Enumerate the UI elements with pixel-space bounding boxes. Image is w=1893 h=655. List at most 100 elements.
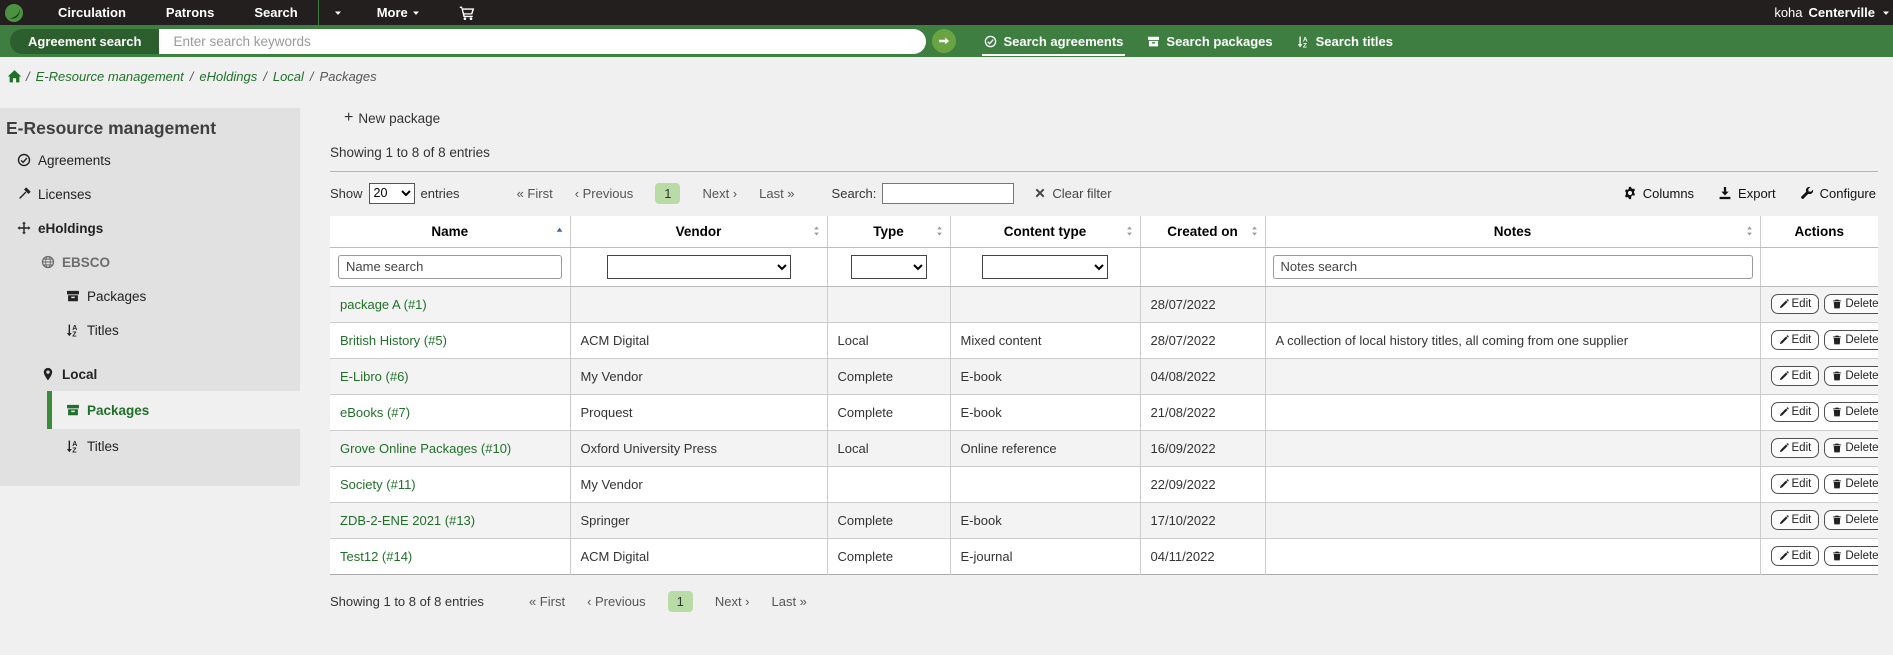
package-icon: [66, 403, 80, 417]
sidebar-item-ebsco-packages[interactable]: Packages: [0, 279, 300, 313]
pagination-next[interactable]: Next ›: [715, 594, 750, 609]
home-icon[interactable]: [7, 69, 22, 84]
koha-logo[interactable]: [4, 3, 24, 23]
edit-button[interactable]: Edit: [1771, 294, 1820, 314]
pencil-icon: [1779, 479, 1789, 489]
package-name-link[interactable]: Test12 (#14): [340, 549, 412, 564]
trash-icon: [1832, 407, 1842, 417]
columns-button[interactable]: Columns: [1623, 186, 1694, 201]
nav-cart[interactable]: [441, 0, 493, 25]
pagination-previous[interactable]: ‹ Previous: [587, 594, 646, 609]
export-button[interactable]: Export: [1718, 186, 1776, 201]
column-header-notes[interactable]: Notes: [1265, 216, 1760, 247]
table-row: eBooks (#7)ProquestCompleteE-book21/08/2…: [330, 394, 1878, 430]
link-search-titles[interactable]: AZ Search titles: [1285, 25, 1405, 57]
edit-button[interactable]: Edit: [1771, 510, 1820, 530]
link-search-agreements[interactable]: Search agreements: [972, 25, 1135, 57]
package-name-link[interactable]: British History (#5): [340, 333, 447, 348]
notes-cell: [1265, 394, 1760, 430]
package-name-link[interactable]: Grove Online Packages (#10): [340, 441, 511, 456]
edit-button[interactable]: Edit: [1771, 438, 1820, 458]
sidebar-item-local-packages[interactable]: Packages: [47, 391, 300, 429]
arrow-right-icon: [938, 35, 950, 47]
nav-search-dropdown[interactable]: [319, 0, 357, 25]
table-row: Grove Online Packages (#10)Oxford Univer…: [330, 430, 1878, 466]
type-cell: Local: [827, 322, 950, 358]
name-filter-input[interactable]: [338, 255, 562, 279]
column-header-created-on[interactable]: Created on: [1140, 216, 1265, 247]
edit-button[interactable]: Edit: [1771, 474, 1820, 494]
content-type-filter-select[interactable]: [982, 255, 1108, 279]
pencil-icon: [1779, 443, 1789, 453]
type-filter-select[interactable]: [851, 255, 927, 279]
column-header-type[interactable]: Type: [827, 216, 950, 247]
pagination-last[interactable]: Last »: [772, 594, 807, 609]
column-header-vendor[interactable]: Vendor: [570, 216, 827, 247]
delete-button[interactable]: Delete: [1824, 294, 1878, 314]
trash-icon: [1832, 443, 1842, 453]
package-name-link[interactable]: ZDB-2-ENE 2021 (#13): [340, 513, 475, 528]
breadcrumb-eresource[interactable]: E-Resource management: [36, 69, 184, 84]
notes-filter-input[interactable]: [1273, 255, 1753, 279]
delete-button[interactable]: Delete: [1824, 546, 1878, 566]
pagination-current-page[interactable]: 1: [668, 591, 693, 612]
new-package-button[interactable]: New package: [344, 109, 440, 127]
package-name-link[interactable]: Society (#11): [340, 477, 416, 492]
search-input[interactable]: [159, 29, 926, 54]
pagination-next[interactable]: Next ›: [702, 186, 737, 201]
package-name-link[interactable]: eBooks (#7): [340, 405, 410, 420]
type-cell: Complete: [827, 394, 950, 430]
sidebar-item-eholdings[interactable]: eHoldings: [0, 211, 300, 245]
main-content: New package Showing 1 to 8 of 8 entries …: [330, 95, 1878, 612]
configure-button[interactable]: Configure: [1800, 186, 1876, 201]
delete-button[interactable]: Delete: [1824, 474, 1878, 494]
notes-cell: [1265, 538, 1760, 574]
column-header-name[interactable]: Name: [330, 216, 570, 247]
breadcrumb-local[interactable]: Local: [273, 69, 304, 84]
link-search-packages[interactable]: Search packages: [1135, 25, 1284, 57]
type-cell: [827, 286, 950, 322]
user-menu[interactable]: koha Centerville: [1774, 5, 1893, 20]
wrench-icon: [1800, 186, 1814, 200]
page-size-select[interactable]: 20: [369, 183, 415, 204]
table-toolbar: Columns Export Configure: [1623, 186, 1878, 201]
pagination-last[interactable]: Last »: [759, 186, 794, 201]
edit-button[interactable]: Edit: [1771, 366, 1820, 386]
pagination-first[interactable]: « First: [517, 186, 553, 201]
sidebar-item-local[interactable]: Local: [0, 357, 300, 391]
nav-patrons[interactable]: Patrons: [146, 0, 234, 25]
clear-filter-button[interactable]: Clear filter: [1034, 186, 1111, 201]
search-submit-button[interactable]: [932, 29, 956, 53]
delete-button[interactable]: Delete: [1824, 510, 1878, 530]
delete-button[interactable]: Delete: [1824, 438, 1878, 458]
sidebar-item-agreements[interactable]: Agreements: [0, 143, 300, 177]
edit-button[interactable]: Edit: [1771, 330, 1820, 350]
chevron-down-icon: [411, 8, 421, 18]
vendor-filter-select[interactable]: [607, 255, 791, 279]
nav-search[interactable]: Search: [234, 0, 317, 25]
sidebar-item-ebsco-titles[interactable]: AZ Titles: [0, 313, 300, 347]
content-type-cell: E-book: [950, 358, 1140, 394]
nav-circulation[interactable]: Circulation: [38, 0, 146, 25]
table-search-input[interactable]: [882, 183, 1014, 204]
package-name-link[interactable]: package A (#1): [340, 297, 427, 312]
sidebar-item-local-titles[interactable]: AZ Titles: [0, 429, 300, 463]
sort-icon: [1124, 226, 1135, 237]
edit-button[interactable]: Edit: [1771, 402, 1820, 422]
nav-more[interactable]: More: [357, 0, 442, 25]
pagination-current-page[interactable]: 1: [655, 183, 680, 204]
vendor-cell: My Vendor: [570, 466, 827, 502]
delete-button[interactable]: Delete: [1824, 330, 1878, 350]
sidebar-item-licenses[interactable]: Licenses: [0, 177, 300, 211]
pagination-first[interactable]: « First: [529, 594, 565, 609]
top-navbar: Circulation Patrons Search More koha Cen…: [0, 0, 1893, 25]
column-header-content-type[interactable]: Content type: [950, 216, 1140, 247]
edit-button[interactable]: Edit: [1771, 546, 1820, 566]
delete-button[interactable]: Delete: [1824, 366, 1878, 386]
pagination-previous[interactable]: ‹ Previous: [575, 186, 634, 201]
sidebar-item-ebsco[interactable]: EBSCO: [0, 245, 300, 279]
breadcrumb-eholdings[interactable]: eHoldings: [199, 69, 257, 84]
pagination-top: « First ‹ Previous 1 Next › Last »: [506, 183, 806, 204]
delete-button[interactable]: Delete: [1824, 402, 1878, 422]
package-name-link[interactable]: E-Libro (#6): [340, 369, 409, 384]
